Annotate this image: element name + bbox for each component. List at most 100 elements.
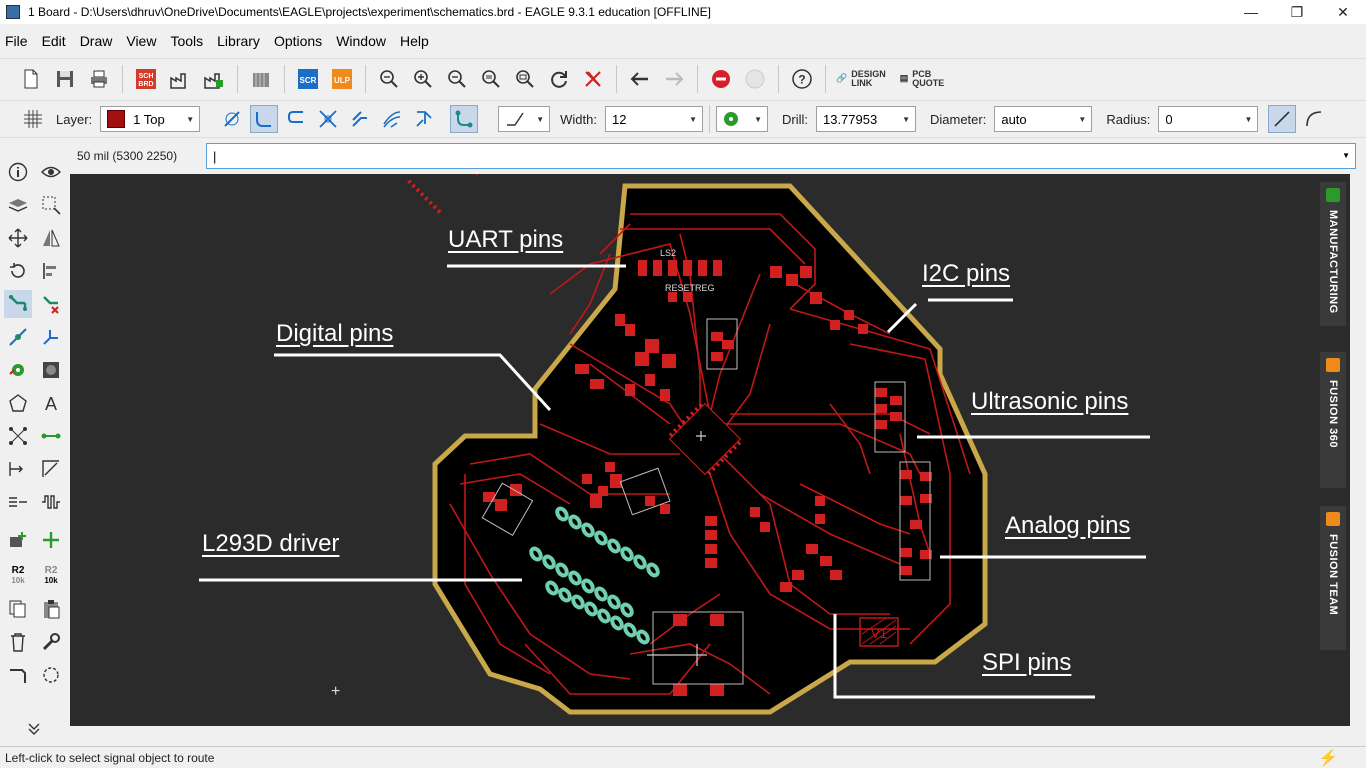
redo-button[interactable] xyxy=(659,64,689,94)
text-tool[interactable]: A xyxy=(37,389,65,417)
horizontal-scrollbar[interactable] xyxy=(70,726,1366,744)
split-tool[interactable] xyxy=(4,661,32,689)
radius-select[interactable]: 0 ▼ xyxy=(1158,106,1259,132)
rotate-tool[interactable] xyxy=(4,257,32,285)
meander-tool[interactable] xyxy=(4,488,32,516)
bend-mode-icon xyxy=(383,111,401,128)
cam-processor-button[interactable] xyxy=(165,64,195,94)
mirror-tool[interactable] xyxy=(37,224,65,252)
wire-bend-mode3-button[interactable] xyxy=(282,105,310,133)
width-select[interactable]: 12 ▼ xyxy=(604,106,703,132)
grid-button[interactable] xyxy=(18,104,48,134)
signal-tool[interactable] xyxy=(4,422,32,450)
menu-tools[interactable]: Tools xyxy=(163,33,210,49)
diameter-select[interactable]: auto ▼ xyxy=(994,106,1093,132)
zoom-in-button[interactable] xyxy=(408,64,438,94)
delete-tool[interactable] xyxy=(4,628,32,656)
undo-button[interactable] xyxy=(625,64,655,94)
autoroute-tool[interactable] xyxy=(4,323,32,351)
via-tool[interactable] xyxy=(4,356,32,384)
zoom-last-button[interactable] xyxy=(476,64,506,94)
polygon-tool[interactable] xyxy=(4,389,32,417)
menu-draw[interactable]: Draw xyxy=(73,33,120,49)
menu-library[interactable]: Library xyxy=(210,33,267,49)
design-link-button[interactable]: 🔗 DESIGN LINK xyxy=(836,69,886,88)
hole-tool[interactable] xyxy=(37,356,65,384)
wire-bend-straight-button[interactable] xyxy=(218,105,246,133)
new-file-button[interactable] xyxy=(16,64,46,94)
zoom-fit-button[interactable] xyxy=(374,64,404,94)
menu-help[interactable]: Help xyxy=(393,33,436,49)
add-tool[interactable] xyxy=(37,526,65,554)
wire-bend-arc-button[interactable] xyxy=(250,105,279,133)
library-manager-button[interactable] xyxy=(246,64,276,94)
chip-pin xyxy=(475,174,480,176)
board-canvas[interactable]: V1 LS2 RESETREG + UART pins I2C pins Dig… xyxy=(70,174,1350,726)
wire-bend-mode7-button[interactable] xyxy=(410,105,438,133)
wire-style-select[interactable]: ▼ xyxy=(498,106,551,132)
pcb-board[interactable]: V1 LS2 RESETREG + xyxy=(70,174,1350,726)
redraw-button[interactable] xyxy=(544,64,574,94)
wire-bend-mode6-button[interactable] xyxy=(378,105,406,133)
manufacturing-tab[interactable]: MANUFACTURING xyxy=(1320,182,1346,326)
wave-tool[interactable] xyxy=(37,488,65,516)
route-tool[interactable] xyxy=(4,290,32,318)
sch-brd-switch-button[interactable]: SCH BRD xyxy=(131,64,161,94)
route-mode-button[interactable] xyxy=(450,105,479,133)
zoom-select-button[interactable] xyxy=(510,64,540,94)
show-tool[interactable] xyxy=(37,158,65,186)
expand-tools-button[interactable] xyxy=(20,714,48,742)
info-tool[interactable] xyxy=(4,158,32,186)
zoom-out-button[interactable] xyxy=(442,64,472,94)
run-ulp-button[interactable]: ULP xyxy=(327,64,357,94)
manufacturing-button[interactable] xyxy=(199,64,229,94)
smd-pad xyxy=(875,388,887,397)
menu-edit[interactable]: Edit xyxy=(35,33,73,49)
line-tool[interactable] xyxy=(37,455,65,483)
fusion-team-tab[interactable]: FUSION TEAM xyxy=(1320,506,1346,650)
restore-button[interactable]: ❐ xyxy=(1274,0,1320,24)
ratsnest-button[interactable] xyxy=(578,64,608,94)
corner-straight-button[interactable] xyxy=(1268,105,1297,133)
close-button[interactable]: ✕ xyxy=(1320,0,1366,24)
fusion-360-tab[interactable]: FUSION 360 xyxy=(1320,352,1346,488)
ripup-tool[interactable] xyxy=(37,290,65,318)
wire-tool[interactable] xyxy=(37,422,65,450)
go-button[interactable] xyxy=(740,64,770,94)
menu-view[interactable]: View xyxy=(119,33,163,49)
corner-round-button[interactable] xyxy=(1300,105,1328,133)
menu-file[interactable]: File xyxy=(0,33,35,49)
save-button[interactable] xyxy=(50,64,80,94)
wire-bend-mode4-button[interactable] xyxy=(314,105,342,133)
vertical-scrollbar[interactable] xyxy=(1350,174,1366,726)
copy-tool[interactable] xyxy=(4,595,32,623)
menu-window[interactable]: Window xyxy=(329,33,393,49)
menu-options[interactable]: Options xyxy=(267,33,329,49)
change-tool[interactable] xyxy=(37,628,65,656)
group-tool[interactable] xyxy=(37,191,65,219)
pcb-quote-button[interactable]: ▤ PCB QUOTE xyxy=(900,69,945,88)
paste-tool[interactable] xyxy=(37,595,65,623)
layer-select[interactable]: 1 Top ▼ xyxy=(100,106,201,132)
print-button[interactable] xyxy=(84,64,114,94)
smd-pad xyxy=(645,374,655,386)
optimize-tool[interactable] xyxy=(37,661,65,689)
command-input[interactable] xyxy=(206,143,1356,169)
layers-tool[interactable] xyxy=(4,191,32,219)
value-tool[interactable]: R2 10k xyxy=(37,562,65,590)
add-part-tool[interactable] xyxy=(4,526,32,554)
chevron-down-icon[interactable]: ▼ xyxy=(1342,151,1350,160)
move-tool[interactable] xyxy=(4,224,32,252)
name-tool[interactable]: R2 10k xyxy=(4,562,32,590)
lightning-icon[interactable]: ⚡ xyxy=(1318,748,1338,768)
drill-select[interactable]: 13.77953 ▼ xyxy=(815,106,916,132)
help-button[interactable]: ? xyxy=(787,64,817,94)
stop-button[interactable] xyxy=(706,64,736,94)
minimize-button[interactable]: — xyxy=(1228,0,1274,24)
dimension-tool[interactable] xyxy=(4,455,32,483)
run-script-button[interactable]: SCR xyxy=(293,64,323,94)
slice-tool[interactable] xyxy=(37,323,65,351)
via-shape-select[interactable]: ▼ xyxy=(715,106,768,132)
align-tool[interactable] xyxy=(37,257,65,285)
wire-bend-mode5-button[interactable] xyxy=(346,105,374,133)
